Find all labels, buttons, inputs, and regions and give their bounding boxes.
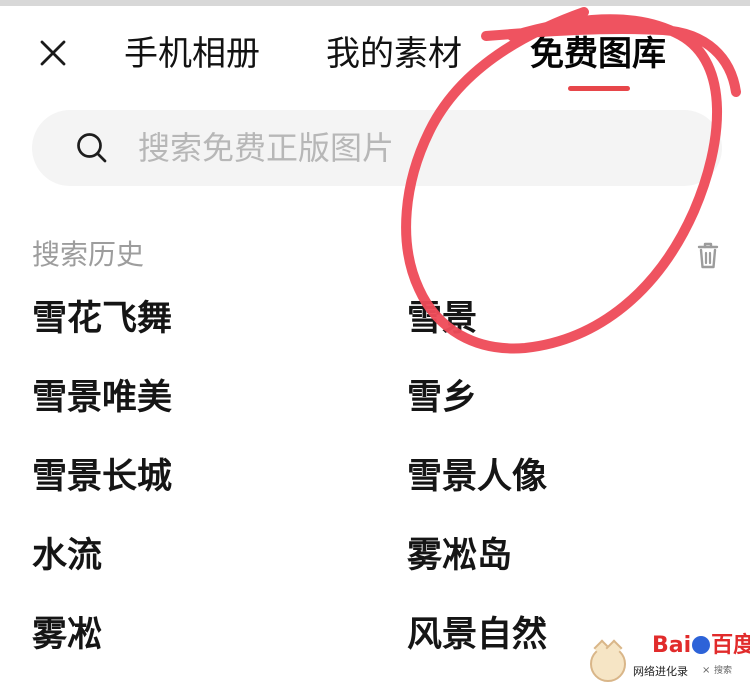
search-placeholder: 搜索免费正版图片 [138,129,395,167]
baidu-brand-left: Bai [652,633,692,658]
history-item-left-5[interactable]: 雾凇 [32,614,102,656]
close-icon [40,40,66,66]
history-item-left-3[interactable]: 雪景长城 [32,456,172,498]
trash-icon [697,242,719,269]
history-item-right-2[interactable]: 雪乡 [407,377,477,419]
search-icon [74,130,110,166]
history-item-right-1[interactable]: 雪景 [407,298,477,340]
tab-gallery[interactable]: 免费图库 [530,34,666,74]
paw-icon [692,636,711,654]
header: 手机相册 我的素材 免费图库 [0,6,750,94]
tab-materials[interactable]: 我的素材 [326,34,462,74]
baidu-brand: Bai 百度 [652,634,750,658]
baidu-brand-right: 百度 [711,633,750,658]
clear-history-button[interactable] [691,238,725,272]
history-item-left-1[interactable]: 雪花飞舞 [32,298,172,340]
watermark-subtitle: 网络进化录 [630,664,691,680]
search-box[interactable]: 搜索免费正版图片 [32,110,722,186]
cat-mascot-icon [590,646,626,682]
history-item-right-3[interactable]: 雪景人像 [407,456,547,498]
history-item-right-4[interactable]: 雾凇岛 [407,535,512,577]
search-history-title: 搜索历史 [32,238,145,271]
history-item-left-4[interactable]: 水流 [32,535,102,577]
watermark-close-icon: × [702,665,711,676]
baidu-watermark: Bai 百度 网络进化录 × 搜索 [590,634,750,684]
watermark-search-label: 搜索 [714,666,733,676]
tab-album[interactable]: 手机相册 [124,34,260,74]
close-button[interactable] [36,36,70,70]
red-annotation-scribble [0,0,750,686]
history-item-left-2[interactable]: 雪景唯美 [32,377,172,419]
active-tab-indicator [568,86,630,91]
history-item-right-5[interactable]: 风景自然 [407,614,547,656]
